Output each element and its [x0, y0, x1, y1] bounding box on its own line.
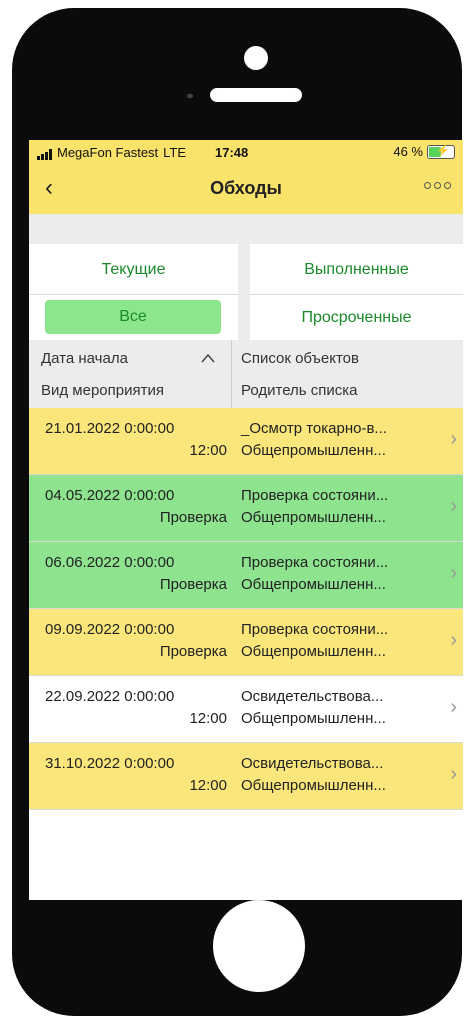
row-date: 06.06.2022 0:00:00	[45, 554, 175, 571]
carrier-label: MegaFon Fastest	[57, 145, 159, 160]
row-object: Проверка состояни...	[241, 554, 389, 571]
row-date: 31.10.2022 0:00:00	[45, 755, 175, 772]
earpiece-speaker	[210, 88, 302, 102]
row-parent: Общепромышленн...	[241, 710, 386, 727]
filter-line-left	[29, 294, 238, 295]
status-bar: MegaFon Fastest LTE 17:48 46 % ⚡	[29, 140, 463, 164]
filter-current-button[interactable]: Текущие	[29, 248, 238, 292]
status-right: 46 % ⚡	[393, 144, 455, 159]
table-row[interactable]: 04.05.2022 0:00:00 Проверка Проверка сос…	[29, 475, 463, 542]
row-kind: 12:00	[189, 777, 227, 794]
row-date: 04.05.2022 0:00:00	[45, 487, 175, 504]
header-event-type[interactable]: Вид мероприятия	[41, 382, 164, 399]
row-parent: Общепромышленн...	[241, 442, 386, 459]
nav-bar: ‹ Обходы	[29, 164, 463, 214]
chevron-right-icon: ›	[450, 696, 457, 718]
filter-all-button[interactable]: Все	[45, 300, 221, 334]
row-object: Освидетельствова...	[241, 755, 384, 772]
chevron-right-icon: ›	[450, 428, 457, 450]
row-parent: Общепромышленн...	[241, 777, 386, 794]
clock: 17:48	[215, 145, 249, 160]
signal-icon	[37, 149, 52, 160]
row-date: 22.09.2022 0:00:00	[45, 688, 175, 705]
table-row[interactable]: 06.06.2022 0:00:00 Проверка Проверка сос…	[29, 542, 463, 609]
front-camera	[244, 46, 268, 70]
header-divider	[231, 340, 232, 408]
page-title: Обходы	[210, 178, 282, 198]
more-icon[interactable]	[424, 182, 451, 189]
proximity-sensor	[187, 94, 193, 98]
row-object: Освидетельствова...	[241, 688, 384, 705]
filter-line-right	[250, 294, 463, 295]
table-header: Дата начала Вид мероприятия Список объек…	[29, 340, 463, 409]
spacer	[29, 214, 463, 244]
filter-overdue-button[interactable]: Просроченные	[250, 296, 463, 340]
chevron-right-icon: ›	[450, 562, 457, 584]
row-parent: Общепромышленн...	[241, 643, 386, 660]
filter-divider	[238, 244, 250, 340]
app-screen: MegaFon Fastest LTE 17:48 46 % ⚡ ‹ Обход…	[29, 140, 463, 900]
home-button[interactable]	[213, 900, 305, 992]
header-object-list[interactable]: Список объектов	[241, 350, 359, 367]
rounds-list: 21.01.2022 0:00:00 12:00 _Осмотр токарно…	[29, 408, 463, 810]
network-label: LTE	[163, 145, 187, 160]
table-row[interactable]: 21.01.2022 0:00:00 12:00 _Осмотр токарно…	[29, 408, 463, 475]
row-kind: Проверка	[159, 576, 227, 593]
header-list-parent[interactable]: Родитель списка	[241, 382, 358, 399]
filter-panel: Текущие Выполненные Все Просроченные	[29, 244, 463, 341]
header-start-date[interactable]: Дата начала	[41, 350, 128, 367]
battery-icon: ⚡	[427, 144, 455, 159]
sort-up-icon[interactable]	[201, 350, 215, 366]
row-kind: Проверка	[159, 509, 227, 526]
row-object: Проверка состояни...	[241, 621, 389, 638]
status-left: MegaFon Fastest LTE	[37, 145, 186, 160]
row-object: Проверка состояни...	[241, 487, 389, 504]
table-row[interactable]: 09.09.2022 0:00:00 Проверка Проверка сос…	[29, 609, 463, 676]
chevron-right-icon: ›	[450, 495, 457, 517]
chevron-right-icon: ›	[450, 763, 457, 785]
row-kind: Проверка	[159, 643, 227, 660]
row-date: 21.01.2022 0:00:00	[45, 420, 175, 437]
row-parent: Общепромышленн...	[241, 509, 386, 526]
row-kind: 12:00	[189, 710, 227, 727]
row-parent: Общепромышленн...	[241, 576, 386, 593]
row-kind: 12:00	[189, 442, 227, 459]
chevron-right-icon: ›	[450, 629, 457, 651]
table-row[interactable]: 22.09.2022 0:00:00 12:00 Освидетельствов…	[29, 676, 463, 743]
row-object: _Осмотр токарно-в...	[241, 420, 387, 437]
row-date: 09.09.2022 0:00:00	[45, 621, 175, 638]
battery-percent: 46 %	[393, 144, 423, 159]
filter-done-button[interactable]: Выполненные	[250, 248, 463, 292]
table-row[interactable]: 31.10.2022 0:00:00 12:00 Освидетельствов…	[29, 743, 463, 810]
